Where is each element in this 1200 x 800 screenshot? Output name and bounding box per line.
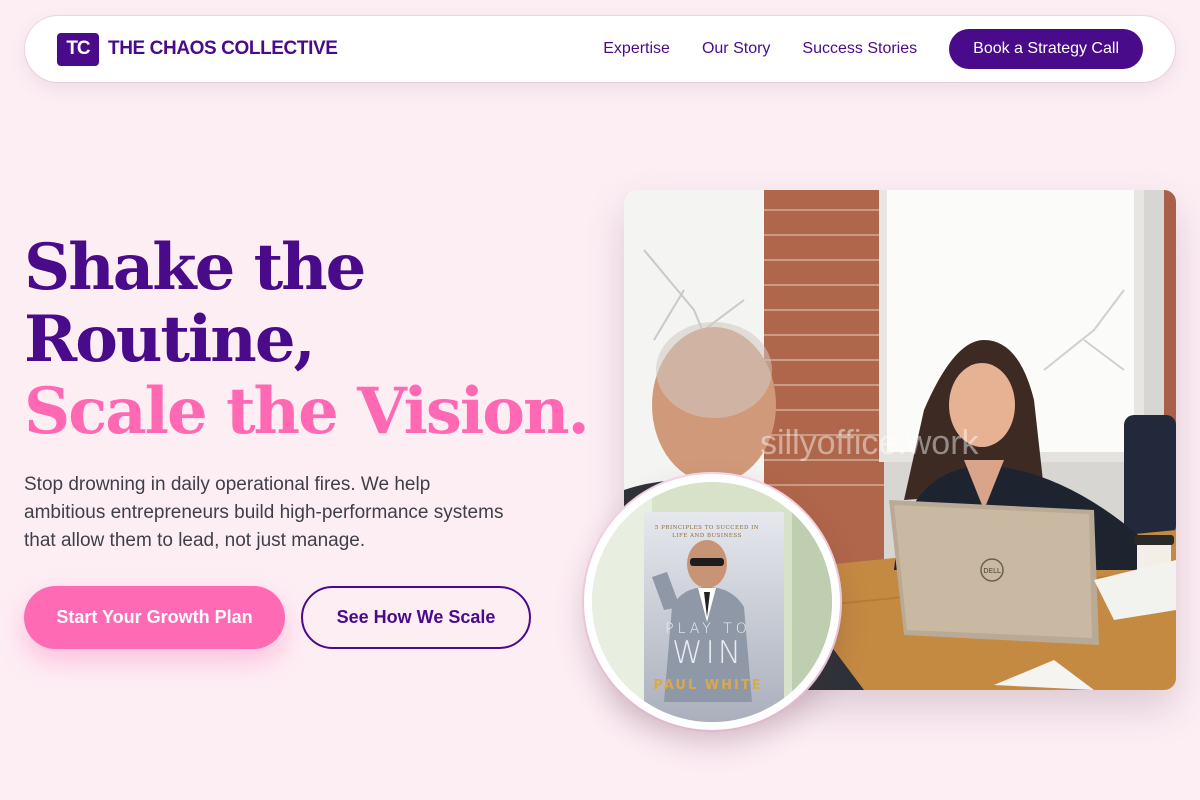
see-how-we-scale-button[interactable]: See How We Scale (301, 586, 531, 649)
laptop-logo: DELL (983, 567, 1001, 575)
book-title: PLAY TO WIN (638, 620, 778, 671)
nav-link-expertise[interactable]: Expertise (603, 40, 670, 58)
book-cover-image: 5 PRINCIPLES TO SUCCEED IN LIFE AND BUSI… (592, 482, 832, 722)
book-tagline: 5 PRINCIPLES TO SUCCEED IN LIFE AND BUSI… (654, 525, 760, 539)
headline-line-2: Routine, (24, 302, 316, 377)
book-cover-badge: 5 PRINCIPLES TO SUCCEED IN LIFE AND BUSI… (584, 474, 840, 730)
hero-subcopy: Stop drowning in daily operational fires… (24, 474, 504, 551)
hero-headline: Shake the Routine, Scale the Vision. (24, 232, 604, 448)
nav-link-success-stories[interactable]: Success Stories (802, 40, 917, 58)
book-title-large: WIN (672, 635, 744, 671)
headline-line-3: Scale the Vision. (24, 374, 590, 449)
top-nav: TC THE CHAOS COLLECTIVE Expertise Our St… (25, 16, 1175, 82)
nav-link-our-story[interactable]: Our Story (702, 40, 770, 58)
brand-name: THE CHAOS COLLECTIVE (108, 38, 338, 59)
headline-line-1: Shake the (24, 230, 366, 305)
logo-mark: TC (57, 32, 99, 66)
photo-watermark: sillyoffice.work (760, 424, 979, 462)
nav-links: Expertise Our Story Success Stories Book… (603, 29, 1143, 69)
book-author: PAUL WHITE (653, 678, 763, 693)
start-growth-plan-button[interactable]: Start Your Growth Plan (24, 586, 285, 649)
brand-logo-link[interactable]: TC THE CHAOS COLLECTIVE (57, 32, 338, 66)
book-strategy-call-button[interactable]: Book a Strategy Call (949, 29, 1143, 69)
